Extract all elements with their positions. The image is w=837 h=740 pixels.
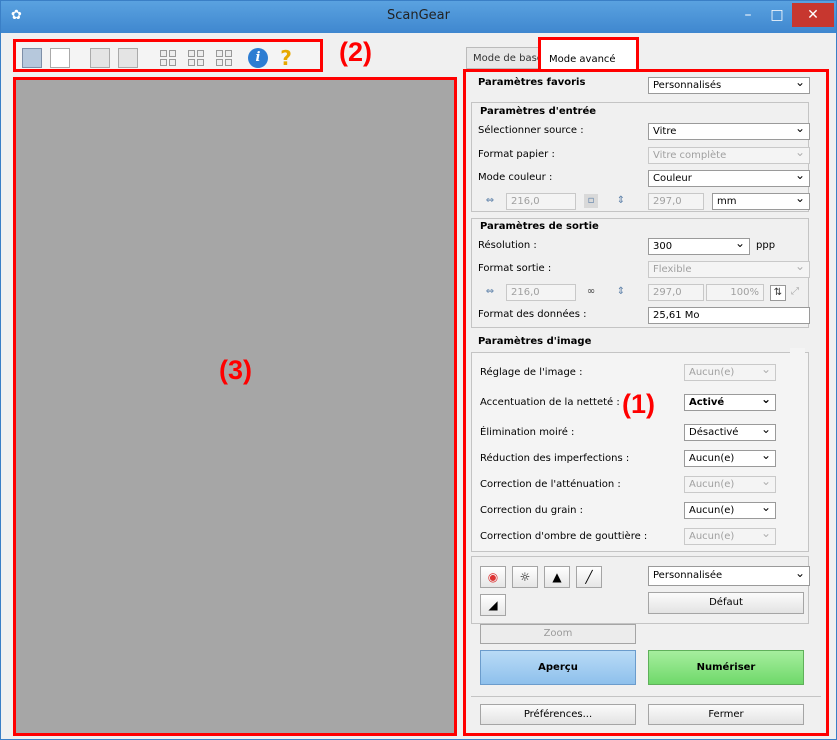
scan-button[interactable]: Numériser bbox=[648, 650, 804, 685]
color-preset-dropdown[interactable]: Personnalisée bbox=[648, 566, 810, 586]
window-title: ScanGear bbox=[387, 8, 450, 23]
output-height-field[interactable]: 297,0 bbox=[648, 284, 704, 301]
output-size-label: Format sortie : bbox=[478, 263, 552, 274]
dust-reduction-dropdown[interactable]: Aucun(e) bbox=[684, 450, 776, 467]
color-balance-icon[interactable]: ◉ bbox=[480, 566, 506, 588]
height-icon: ⇕ bbox=[616, 286, 626, 297]
resolution-label: Résolution : bbox=[478, 240, 537, 251]
fading-correction-label: Correction de l'atténuation : bbox=[480, 479, 621, 490]
annotation-1: (1) bbox=[622, 389, 655, 419]
info-icon[interactable]: i bbox=[248, 48, 268, 68]
image-settings-title: Paramètres d'image bbox=[478, 336, 592, 347]
color-mode-dropdown[interactable]: Couleur bbox=[648, 170, 810, 187]
histogram-icon[interactable]: ▲ bbox=[544, 566, 570, 588]
annotation-3: (3) bbox=[219, 355, 252, 385]
dust-reduction-label: Réduction des imperfections : bbox=[480, 453, 630, 464]
paper-size-label: Format papier : bbox=[478, 149, 555, 160]
unit-dropdown[interactable]: mm bbox=[712, 193, 810, 210]
select-source-dropdown[interactable]: Vitre bbox=[648, 123, 810, 140]
output-size-dropdown[interactable]: Flexible bbox=[648, 261, 810, 278]
favorite-settings-label: Paramètres favoris bbox=[478, 77, 586, 88]
grid-icon[interactable] bbox=[214, 48, 234, 68]
favorite-settings-select[interactable]: Personnalisés bbox=[648, 77, 810, 94]
gutter-shadow-label: Correction d'ombre de gouttière : bbox=[480, 531, 648, 542]
annotation-2: (2) bbox=[339, 37, 372, 67]
output-width-field[interactable]: 216,0 bbox=[506, 284, 576, 301]
tab-basic-mode[interactable]: Mode de base bbox=[466, 47, 546, 69]
image-settings-scrollbar[interactable] bbox=[790, 348, 805, 548]
input-settings-title: Paramètres d'entrée bbox=[480, 106, 597, 117]
preview-button[interactable]: Aperçu bbox=[480, 650, 636, 685]
threshold-icon[interactable]: ◢ bbox=[480, 594, 506, 616]
output-settings-title: Paramètres de sortie bbox=[480, 221, 599, 232]
aspect-lock-icon[interactable]: ▫ bbox=[584, 194, 598, 208]
swap-icon[interactable]: ⤢ bbox=[788, 285, 802, 299]
color-mode-label: Mode couleur : bbox=[478, 172, 553, 183]
title-bar: ✿ ScanGear – □ ✕ bbox=[1, 1, 836, 33]
scangear-window: ✿ ScanGear – □ ✕ i ? (2) (3) Mode de bas… bbox=[0, 0, 837, 740]
tab-advanced-mode[interactable]: Mode avancé bbox=[538, 37, 639, 73]
data-size-value: 25,61 Mo bbox=[648, 307, 810, 324]
descreen-label: Élimination moiré : bbox=[480, 427, 575, 438]
grain-correction-dropdown[interactable]: Aucun(e) bbox=[684, 502, 776, 519]
maximize-button[interactable]: □ bbox=[763, 3, 791, 27]
brightness-icon[interactable]: ☼ bbox=[512, 566, 538, 588]
height-icon: ⇕ bbox=[616, 195, 626, 206]
minimize-button[interactable]: – bbox=[734, 3, 762, 27]
tone-curve-icon[interactable]: ╱ bbox=[576, 566, 602, 588]
select-source-label: Sélectionner source : bbox=[478, 125, 584, 136]
scale-field[interactable]: 100% bbox=[706, 284, 764, 301]
resolution-unit: ppp bbox=[756, 240, 776, 251]
rotate-right-icon[interactable] bbox=[90, 48, 110, 68]
unsharp-mask-label: Accentuation de la netteté : bbox=[480, 397, 620, 408]
resolution-dropdown[interactable]: 300 bbox=[648, 238, 750, 255]
preferences-button[interactable]: Préférences... bbox=[480, 704, 636, 725]
grid-icon[interactable] bbox=[186, 48, 206, 68]
default-button[interactable]: Défaut bbox=[648, 592, 804, 614]
preview-toolbar: i ? bbox=[13, 39, 323, 72]
close-button[interactable]: Fermer bbox=[648, 704, 804, 725]
gutter-shadow-dropdown[interactable]: Aucun(e) bbox=[684, 528, 776, 545]
descreen-dropdown[interactable]: Désactivé bbox=[684, 424, 776, 441]
input-width-field[interactable]: 216,0 bbox=[506, 193, 576, 210]
image-adjustment-dropdown[interactable]: Aucun(e) bbox=[684, 364, 776, 381]
fading-correction-dropdown[interactable]: Aucun(e) bbox=[684, 476, 776, 493]
rotate-icon[interactable] bbox=[118, 48, 138, 68]
blank-icon[interactable] bbox=[50, 48, 70, 68]
preview-area[interactable] bbox=[13, 77, 457, 736]
width-icon: ⇔ bbox=[485, 286, 495, 297]
stepper-icon[interactable]: ⇅ bbox=[770, 285, 786, 301]
width-icon: ⇔ bbox=[485, 195, 495, 206]
grain-correction-label: Correction du grain : bbox=[480, 505, 584, 516]
rotate-left-icon[interactable] bbox=[22, 48, 42, 68]
zoom-button[interactable]: Zoom bbox=[480, 624, 636, 644]
link-icon: ∞ bbox=[586, 286, 596, 297]
close-window-button[interactable]: ✕ bbox=[792, 3, 834, 27]
unsharp-mask-dropdown[interactable]: Activé bbox=[684, 394, 776, 411]
grid-icon[interactable] bbox=[158, 48, 178, 68]
data-size-label: Format des données : bbox=[478, 309, 587, 320]
footer-divider bbox=[471, 696, 821, 697]
help-icon[interactable]: ? bbox=[276, 48, 296, 68]
input-height-field[interactable]: 297,0 bbox=[648, 193, 704, 210]
image-adjustment-label: Réglage de l'image : bbox=[480, 367, 583, 378]
paper-size-dropdown[interactable]: Vitre complète bbox=[648, 147, 810, 164]
